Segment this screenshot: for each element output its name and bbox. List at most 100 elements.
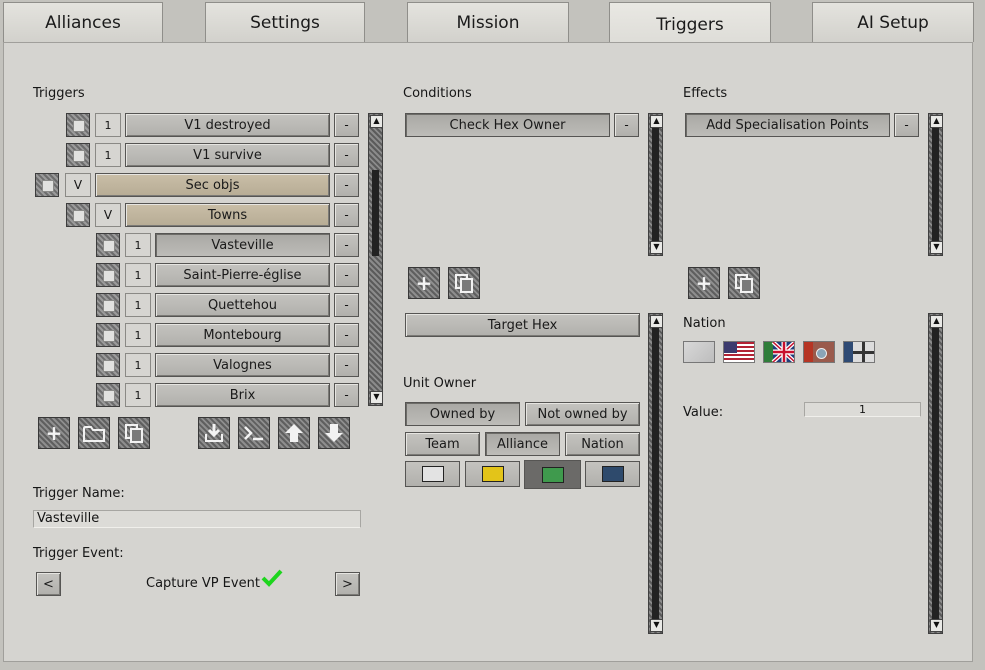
scroll-down-icon[interactable]: ▼ xyxy=(650,241,663,254)
scroll-down-icon[interactable]: ▼ xyxy=(930,241,943,254)
conditions-header: Conditions xyxy=(403,86,472,101)
scrollbar-thumb[interactable] xyxy=(932,328,939,619)
trigger-item-v1-survive[interactable]: V1 survive xyxy=(125,143,330,167)
trigger-item-saint-pierre-eglise[interactable]: Saint-Pierre-église xyxy=(155,263,330,287)
flag-germany-icon[interactable] xyxy=(843,341,875,363)
effects-scrollbar[interactable]: ▲ ▼ xyxy=(928,113,943,256)
tab-alliances[interactable]: Alliances xyxy=(3,2,163,42)
scroll-down-icon[interactable]: ▼ xyxy=(650,619,663,632)
trigger-remove-button[interactable]: - xyxy=(334,173,359,197)
add-folder-button[interactable] xyxy=(78,417,110,449)
flag-usa-icon[interactable] xyxy=(723,341,755,363)
trigger-item-v1-destroyed[interactable]: V1 destroyed xyxy=(125,113,330,137)
add-condition-button[interactable]: + xyxy=(408,267,440,299)
copy-icon xyxy=(455,274,473,293)
trigger-remove-button[interactable]: - xyxy=(334,233,359,257)
event-prev-button[interactable]: < xyxy=(36,572,61,596)
trigger-row-checkbox[interactable] xyxy=(96,263,120,287)
effect-item-add-specialisation-points[interactable]: Add Specialisation Points xyxy=(685,113,890,137)
trigger-folder-towns[interactable]: Towns xyxy=(125,203,330,227)
tab-ai-setup[interactable]: AI Setup xyxy=(812,2,974,42)
nation-button[interactable]: Nation xyxy=(565,432,640,456)
trigger-row-checkbox[interactable] xyxy=(96,323,120,347)
not-owned-by-button[interactable]: Not owned by xyxy=(525,402,640,426)
trigger-remove-button[interactable]: - xyxy=(334,113,359,137)
trigger-folder-sec-objs[interactable]: Sec objs xyxy=(95,173,330,197)
download-icon xyxy=(205,424,223,442)
scroll-up-icon[interactable]: ▲ xyxy=(370,115,383,128)
flag-soviet-icon[interactable] xyxy=(803,341,835,363)
trigger-remove-button[interactable]: - xyxy=(334,323,359,347)
import-trigger-button[interactable] xyxy=(198,417,230,449)
color-swatch xyxy=(421,466,444,482)
trigger-row-checkbox[interactable] xyxy=(66,143,90,167)
alliance-color-blue[interactable] xyxy=(585,461,640,487)
trigger-remove-button[interactable]: - xyxy=(334,143,359,167)
copy-trigger-button[interactable] xyxy=(118,417,150,449)
owned-by-button[interactable]: Owned by xyxy=(405,402,520,426)
conditions-scrollbar[interactable]: ▲ ▼ xyxy=(648,113,663,256)
alliance-color-yellow[interactable] xyxy=(465,461,520,487)
scroll-up-icon[interactable]: ▲ xyxy=(930,115,943,128)
scrollbar-thumb[interactable] xyxy=(652,328,659,619)
team-button[interactable]: Team xyxy=(405,432,480,456)
event-next-button[interactable]: > xyxy=(335,572,360,596)
trigger-row-checkbox[interactable] xyxy=(35,173,59,197)
copy-condition-button[interactable] xyxy=(448,267,480,299)
copy-effect-button[interactable] xyxy=(728,267,760,299)
flag-uk-icon[interactable] xyxy=(763,341,795,363)
add-effect-button[interactable]: + xyxy=(688,267,720,299)
target-hex-button[interactable]: Target Hex xyxy=(405,313,640,337)
effects-header: Effects xyxy=(683,86,728,101)
effect-params-scrollbar[interactable]: ▲ ▼ xyxy=(928,313,943,634)
flag-neutral-icon[interactable] xyxy=(683,341,715,363)
trigger-remove-button[interactable]: - xyxy=(334,353,359,377)
alliance-color-green[interactable] xyxy=(524,460,581,489)
trigger-row-checkbox[interactable] xyxy=(96,293,120,317)
condition-item-check-hex-owner[interactable]: Check Hex Owner xyxy=(405,113,610,137)
value-input[interactable]: 1 xyxy=(804,402,921,417)
trigger-item-valognes[interactable]: Valognes xyxy=(155,353,330,377)
alliance-button[interactable]: Alliance xyxy=(485,432,560,456)
scroll-up-icon[interactable]: ▲ xyxy=(650,315,663,328)
scrollbar-thumb[interactable] xyxy=(372,170,379,256)
tab-settings[interactable]: Settings xyxy=(205,2,365,42)
copy-icon xyxy=(125,424,143,443)
trigger-row-checkbox[interactable] xyxy=(66,203,90,227)
trigger-row-checkbox[interactable] xyxy=(96,353,120,377)
trigger-row-checkbox[interactable] xyxy=(96,233,120,257)
effect-remove-button[interactable]: - xyxy=(894,113,919,137)
trigger-remove-button[interactable]: - xyxy=(334,263,359,287)
arrow-up-icon xyxy=(285,424,303,442)
tab-mission[interactable]: Mission xyxy=(407,2,569,42)
tab-triggers[interactable]: Triggers xyxy=(609,2,771,46)
trigger-item-montebourg[interactable]: Montebourg xyxy=(155,323,330,347)
script-button[interactable] xyxy=(238,417,270,449)
checkmark-icon xyxy=(261,568,283,592)
trigger-name-input[interactable]: Vasteville xyxy=(33,510,361,528)
trigger-row-count: 1 xyxy=(95,113,121,137)
trigger-remove-button[interactable]: - xyxy=(334,293,359,317)
add-trigger-button[interactable]: + xyxy=(38,417,70,449)
trigger-row-checkbox[interactable] xyxy=(66,113,90,137)
scroll-down-icon[interactable]: ▼ xyxy=(370,391,383,404)
trigger-item-vasteville[interactable]: Vasteville xyxy=(155,233,330,257)
alliance-color-white[interactable] xyxy=(405,461,460,487)
condition-remove-button[interactable]: - xyxy=(614,113,639,137)
trigger-item-quettehou[interactable]: Quettehou xyxy=(155,293,330,317)
condition-params-scrollbar[interactable]: ▲ ▼ xyxy=(648,313,663,634)
trigger-remove-button[interactable]: - xyxy=(334,383,359,407)
scroll-down-icon[interactable]: ▼ xyxy=(930,619,943,632)
scroll-up-icon[interactable]: ▲ xyxy=(650,115,663,128)
move-down-button[interactable] xyxy=(318,417,350,449)
trigger-folder-toggle[interactable]: V xyxy=(95,203,121,227)
trigger-item-brix[interactable]: Brix xyxy=(155,383,330,407)
scroll-up-icon[interactable]: ▲ xyxy=(930,315,943,328)
trigger-folder-toggle[interactable]: V xyxy=(65,173,91,197)
triggers-scrollbar[interactable]: ▲ ▼ xyxy=(368,113,383,406)
scrollbar-thumb[interactable] xyxy=(652,128,659,241)
trigger-remove-button[interactable]: - xyxy=(334,203,359,227)
scrollbar-thumb[interactable] xyxy=(932,128,939,241)
trigger-row-checkbox[interactable] xyxy=(96,383,120,407)
move-up-button[interactable] xyxy=(278,417,310,449)
